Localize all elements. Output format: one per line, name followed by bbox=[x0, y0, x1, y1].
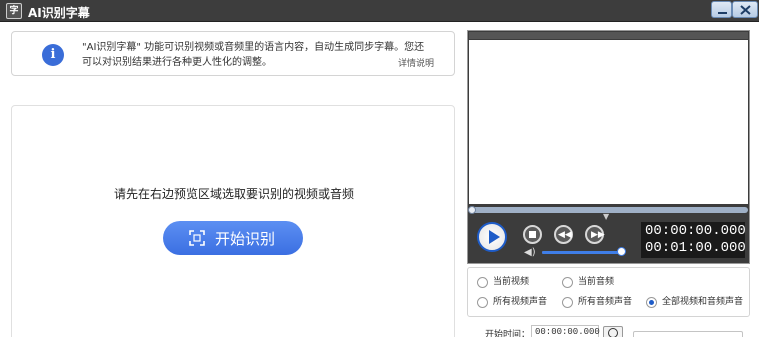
volume-slider[interactable] bbox=[542, 251, 622, 254]
stop-icon bbox=[529, 231, 536, 238]
secondary-field[interactable] bbox=[633, 331, 743, 337]
close-button[interactable] bbox=[732, 1, 758, 18]
video-header-strip bbox=[469, 32, 748, 39]
radio-all-video-sound[interactable] bbox=[477, 297, 488, 308]
preview-player: ▼ ◀◀ ▶▶ ◀) 00:00:00.000 00:01:00.000 bbox=[467, 30, 750, 264]
stop-button[interactable] bbox=[523, 225, 542, 244]
start-time-input[interactable]: 00:00:00.000 bbox=[531, 325, 600, 337]
details-link[interactable]: 详情说明 bbox=[398, 56, 434, 69]
window-title: AI识别字幕 bbox=[28, 6, 90, 20]
radio-all-audio-sound[interactable] bbox=[562, 297, 573, 308]
info-description: "AI识别字幕" 功能可识别视频或音频里的语言内容，自动生成同步字幕。您还可以对… bbox=[82, 42, 425, 68]
start-time-label: 开始时间： bbox=[485, 330, 531, 337]
set-start-time-button[interactable] bbox=[603, 326, 623, 337]
volume-icon[interactable]: ◀) bbox=[524, 247, 536, 258]
radio-current-video[interactable] bbox=[477, 277, 488, 288]
next-icon: ▶▶ bbox=[591, 230, 605, 240]
scan-icon bbox=[189, 230, 205, 246]
total-time: 00:01:00.000 bbox=[645, 240, 746, 256]
radio-all-video-and-audio[interactable] bbox=[646, 297, 657, 308]
minimize-icon bbox=[718, 12, 727, 14]
select-media-prompt: 请先在右边预览区域选取要识别的视频或音频 bbox=[113, 187, 354, 201]
app-icon: 字 bbox=[6, 3, 22, 19]
volume-fill bbox=[542, 251, 618, 254]
previous-button[interactable]: ◀◀ bbox=[554, 225, 573, 244]
close-icon bbox=[740, 5, 751, 15]
video-preview-area[interactable] bbox=[469, 40, 748, 204]
minimize-button[interactable] bbox=[711, 1, 732, 18]
audio-source-options: 当前视频 当前音频 所有视频声音 所有音频声音 全部视频和音频声音 bbox=[467, 267, 750, 317]
next-button[interactable]: ▶▶ bbox=[585, 225, 605, 244]
title-bar: 字 AI识别字幕 bbox=[0, 0, 759, 22]
start-recognition-label: 开始识别 bbox=[215, 231, 276, 248]
time-display: 00:00:00.000 00:01:00.000 bbox=[641, 222, 746, 258]
play-button[interactable] bbox=[477, 222, 507, 252]
radio-current-audio[interactable] bbox=[562, 277, 573, 288]
current-time: 00:00:00.000 bbox=[645, 223, 746, 239]
recognition-panel: 请先在右边预览区域选取要识别的视频或音频 开始识别 bbox=[11, 105, 455, 337]
chevron-down-icon[interactable]: ▼ bbox=[603, 212, 609, 221]
seek-handle[interactable] bbox=[468, 206, 476, 214]
volume-handle[interactable] bbox=[617, 247, 626, 256]
start-recognition-button[interactable]: 开始识别 bbox=[163, 221, 303, 255]
info-box: i "AI识别字幕" 功能可识别视频或音频里的语言内容，自动生成同步字幕。您还可… bbox=[11, 31, 455, 76]
play-icon bbox=[489, 230, 500, 244]
previous-icon: ◀◀ bbox=[558, 230, 572, 240]
info-icon: i bbox=[42, 44, 64, 66]
clock-icon bbox=[608, 328, 618, 337]
